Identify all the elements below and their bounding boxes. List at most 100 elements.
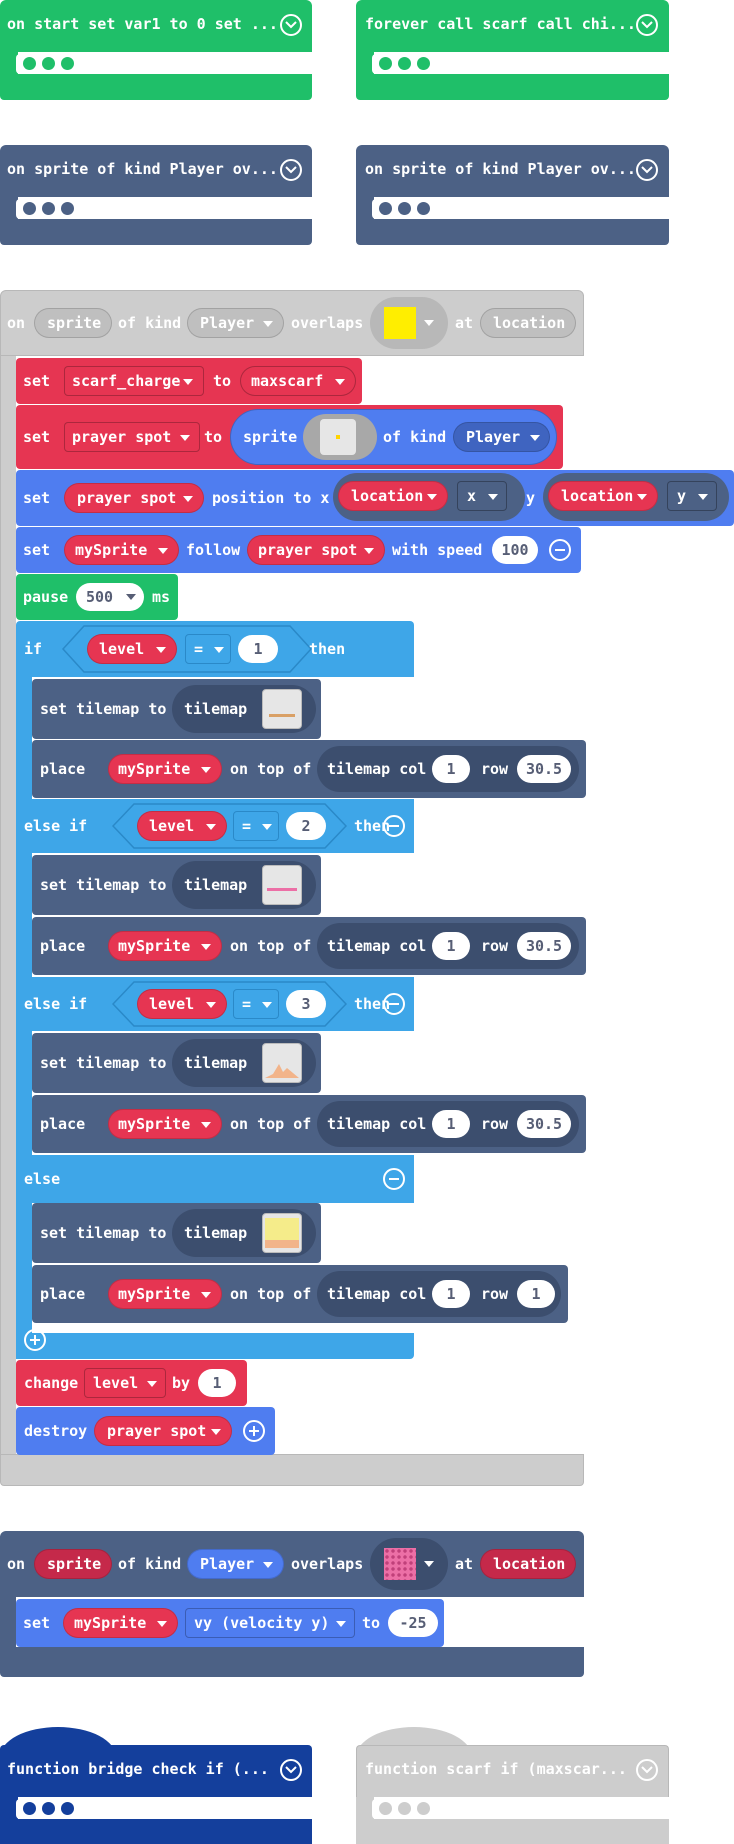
sprite-image-picker[interactable]	[303, 414, 377, 460]
tilemap-reporter[interactable]: tilemap	[172, 861, 316, 909]
location-variable[interactable]: location	[338, 481, 448, 511]
location-param[interactable]: location	[480, 308, 576, 338]
collapsed-dots[interactable]	[372, 1799, 667, 1819]
level-variable[interactable]: level	[137, 989, 227, 1019]
expand-chevron-icon[interactable]	[636, 1759, 658, 1781]
col-input[interactable]: 1	[432, 1110, 470, 1138]
set-tilemap-block[interactable]: set tilemap to tilemap	[32, 1203, 321, 1263]
collapsed-dots[interactable]	[16, 54, 310, 74]
tilemap-thumbnail-icon[interactable]	[262, 1043, 302, 1083]
kind-dropdown[interactable]: Player	[187, 1549, 284, 1579]
if-else-block[interactable]: if level = 1 then set tilemap to tilemap…	[16, 621, 586, 1359]
expand-chevron-icon[interactable]	[280, 14, 302, 36]
remove-branch-icon[interactable]	[383, 815, 405, 837]
expand-chevron-icon[interactable]	[636, 159, 658, 181]
remove-else-icon[interactable]	[383, 1168, 405, 1190]
set-tilemap-block[interactable]: set tilemap to tilemap	[32, 679, 321, 739]
place-on-top-block[interactable]: place mySprite on top of tilemap col 1 r…	[32, 1095, 586, 1153]
eq-operator-dropdown[interactable]: =	[185, 634, 231, 664]
mysprite-variable[interactable]: mySprite	[63, 1608, 178, 1638]
location-x-reporter[interactable]: location x	[333, 473, 525, 521]
expand-chevron-icon[interactable]	[280, 1759, 302, 1781]
compare-value-input[interactable]: 1	[238, 635, 278, 663]
change-amount-input[interactable]: 1	[198, 1369, 236, 1397]
mysprite-variable[interactable]: mySprite	[64, 535, 179, 565]
tilemap-reporter[interactable]: tilemap	[172, 1039, 316, 1087]
on-start-block[interactable]: on start set var1 to 0 set ...	[0, 0, 312, 100]
location-param[interactable]: location	[480, 1549, 576, 1579]
eq-operator-dropdown[interactable]: =	[233, 989, 279, 1019]
variable-dropdown[interactable]: scarf_charge	[64, 366, 204, 396]
place-on-top-block[interactable]: place mySprite on top of tilemap col 1 r…	[32, 917, 586, 975]
sprite-param[interactable]: sprite	[34, 308, 112, 338]
collapsed-dots[interactable]	[372, 199, 667, 219]
set-follow-block[interactable]: set mySprite follow prayer spot with spe…	[16, 527, 581, 573]
velocity-input[interactable]: -25	[388, 1609, 438, 1637]
tilemap-col-row-reporter[interactable]: tilemap col 1 row 1	[317, 1271, 561, 1317]
tilemap-col-row-reporter[interactable]: tilemap col 1 row 30.5	[317, 923, 579, 969]
prayer-spot-variable[interactable]: prayer spot	[94, 1416, 232, 1446]
tilemap-thumbnail-icon[interactable]	[262, 689, 302, 729]
col-input[interactable]: 1	[432, 932, 470, 960]
tilemap-reporter[interactable]: tilemap	[172, 685, 316, 733]
tilemap-thumbnail-icon[interactable]	[262, 865, 302, 905]
expand-chevron-icon[interactable]	[280, 159, 302, 181]
expand-chevron-icon[interactable]	[636, 14, 658, 36]
level-dropdown[interactable]: level	[84, 1368, 166, 1398]
add-branch-icon[interactable]	[24, 1329, 46, 1351]
property-dropdown[interactable]: vy (velocity y)	[185, 1608, 355, 1638]
tilemap-reporter[interactable]: tilemap	[172, 1209, 316, 1257]
sprite-param[interactable]: sprite	[34, 1549, 112, 1579]
row-input[interactable]: 30.5	[517, 1110, 571, 1138]
tilemap-col-row-reporter[interactable]: tilemap col 1 row 30.5	[317, 746, 579, 792]
row-input[interactable]: 30.5	[517, 932, 571, 960]
function-scarf-block-disabled[interactable]: function scarf if (maxscar...	[356, 1727, 669, 1844]
level-variable[interactable]: level	[87, 634, 177, 664]
remove-branch-icon[interactable]	[383, 993, 405, 1015]
mysprite-variable[interactable]: mySprite	[108, 1279, 222, 1309]
prayer-spot-variable[interactable]: prayer spot	[64, 483, 204, 513]
place-on-top-block[interactable]: place mySprite on top of tilemap col 1 r…	[32, 1265, 568, 1323]
create-sprite-block[interactable]: sprite of kind Player	[230, 409, 557, 465]
location-y-reporter[interactable]: location y	[543, 473, 729, 521]
col-input[interactable]: 1	[432, 755, 470, 783]
mysprite-variable[interactable]: mySprite	[108, 1109, 222, 1139]
eq-operator-dropdown[interactable]: =	[233, 811, 279, 841]
pause-block[interactable]: pause 500 ms	[16, 574, 178, 620]
overlap-block-collapsed[interactable]: on sprite of kind Player ov...	[356, 145, 669, 245]
location-variable[interactable]: location	[548, 481, 658, 511]
y-dropdown[interactable]: y	[667, 481, 717, 511]
row-input[interactable]: 30.5	[517, 755, 571, 783]
level-variable[interactable]: level	[137, 811, 227, 841]
set-position-block[interactable]: set prayer spot position to x location x…	[16, 470, 734, 526]
set-velocity-block[interactable]: set mySprite vy (velocity y) to -25	[16, 1599, 444, 1647]
kind-dropdown[interactable]: Player	[453, 422, 550, 452]
x-dropdown[interactable]: x	[457, 481, 507, 511]
set-tilemap-block[interactable]: set tilemap to tilemap	[32, 1033, 321, 1093]
row-input[interactable]: 1	[517, 1280, 555, 1308]
place-on-top-block[interactable]: place mySprite on top of tilemap col 1 r…	[32, 740, 586, 798]
prayer-spot-variable[interactable]: prayer spot	[247, 535, 385, 565]
collapsed-dots[interactable]	[372, 54, 667, 74]
set-scarf-charge-block[interactable]: set scarf_charge to maxscarf	[16, 358, 362, 404]
speed-input[interactable]: 100	[492, 536, 538, 564]
set-tilemap-block[interactable]: set tilemap to tilemap	[32, 855, 321, 915]
collapsed-dots[interactable]	[16, 199, 310, 219]
tile-picker[interactable]	[370, 297, 448, 349]
change-level-block[interactable]: change level by 1	[16, 1360, 247, 1406]
tile-picker[interactable]	[370, 1538, 448, 1590]
forever-block[interactable]: forever call scarf call chi...	[356, 0, 669, 100]
mysprite-variable[interactable]: mySprite	[108, 754, 222, 784]
collapsed-dots[interactable]	[16, 1799, 310, 1819]
maxscarf-variable[interactable]: maxscarf	[240, 366, 356, 396]
variable-dropdown[interactable]: prayer spot	[64, 422, 200, 452]
kind-dropdown[interactable]: Player	[187, 308, 284, 338]
compare-value-input[interactable]: 3	[286, 990, 326, 1018]
collapse-minus-icon[interactable]	[549, 539, 571, 561]
expand-plus-icon[interactable]	[243, 1420, 265, 1442]
col-input[interactable]: 1	[432, 1280, 470, 1308]
tilemap-thumbnail-icon[interactable]	[262, 1213, 302, 1253]
tilemap-col-row-reporter[interactable]: tilemap col 1 row 30.5	[317, 1101, 579, 1147]
function-bridge-check-block[interactable]: function bridge check if (...	[0, 1727, 312, 1844]
mysprite-variable[interactable]: mySprite	[108, 931, 222, 961]
